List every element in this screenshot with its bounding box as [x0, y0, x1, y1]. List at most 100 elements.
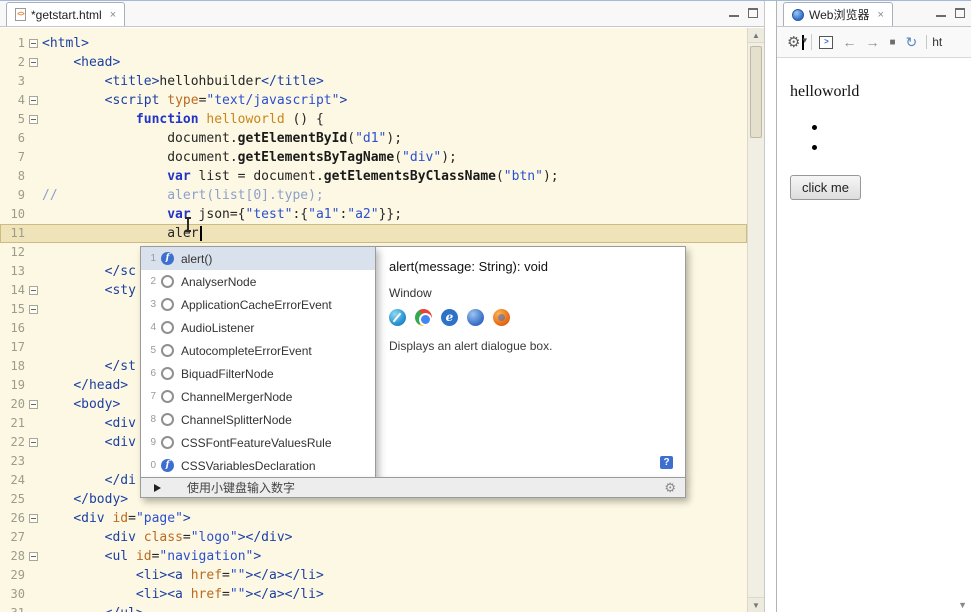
- fold-column[interactable]: [26, 110, 42, 129]
- safari-browser-icon: [389, 309, 406, 326]
- class-icon: [161, 413, 174, 426]
- tab-getstart-html[interactable]: <> *getstart.html ×: [6, 2, 125, 26]
- fold-marker-icon[interactable]: [29, 438, 38, 447]
- dropdown-arrow-icon[interactable]: ▾: [802, 35, 804, 50]
- code-line-5[interactable]: 5 function helloworld () {: [0, 110, 747, 129]
- minimize-button[interactable]: [936, 8, 946, 18]
- fold-column[interactable]: [26, 91, 42, 110]
- autocomplete-item-list: 1alert()2AnalyserNode3ApplicationCacheEr…: [141, 247, 375, 477]
- mouse-ibeam-cursor: [183, 217, 192, 232]
- fold-marker-icon[interactable]: [29, 58, 38, 67]
- fold-marker-icon[interactable]: [29, 305, 38, 314]
- fold-column: [26, 528, 42, 547]
- code-line-10[interactable]: 10 var json={"test":{"a1":"a2"}};: [0, 205, 747, 224]
- autocomplete-item[interactable]: 9CSSFontFeatureValuesRule: [141, 431, 375, 454]
- code-line-4[interactable]: 4 <script type="text/javascript">: [0, 91, 747, 110]
- fold-column[interactable]: [26, 281, 42, 300]
- editor-vertical-scrollbar[interactable]: ▲ ▼: [747, 28, 764, 612]
- autocomplete-item[interactable]: 2AnalyserNode: [141, 270, 375, 293]
- class-icon: [161, 298, 174, 311]
- code-line-30[interactable]: 30 <li><a href=""></a></li>: [0, 585, 747, 604]
- refresh-icon[interactable]: ↻: [906, 34, 918, 51]
- scroll-down-button[interactable]: ▼: [748, 597, 764, 612]
- code-line-6[interactable]: 6 document.getElementById("d1");: [0, 129, 747, 148]
- fold-column[interactable]: [26, 300, 42, 319]
- scroll-up-button[interactable]: ▲: [748, 28, 764, 43]
- line-number: 30: [0, 585, 26, 604]
- fold-column: [26, 167, 42, 186]
- autocomplete-item[interactable]: 7ChannelMergerNode: [141, 385, 375, 408]
- stop-icon[interactable]: ■: [889, 37, 895, 48]
- open-external-browser-icon[interactable]: >: [819, 36, 833, 49]
- click-me-button[interactable]: click me: [790, 175, 861, 200]
- line-number: 3: [0, 72, 26, 91]
- back-icon[interactable]: ←: [842, 34, 856, 50]
- code-line-26[interactable]: 26 <div id="page">: [0, 509, 747, 528]
- code-line-2[interactable]: 2 <head>: [0, 53, 747, 72]
- autocomplete-item[interactable]: 8ChannelSplitterNode: [141, 408, 375, 431]
- close-icon[interactable]: ×: [110, 9, 116, 21]
- line-number: 8: [0, 167, 26, 186]
- code-line-31[interactable]: 31 </ul>: [0, 604, 747, 612]
- code-line-1[interactable]: 1<html>: [0, 34, 747, 53]
- fold-marker-icon[interactable]: [29, 115, 38, 124]
- fold-marker-icon[interactable]: [29, 514, 38, 523]
- fold-marker-icon[interactable]: [29, 552, 38, 561]
- fold-column[interactable]: [26, 34, 42, 53]
- url-field[interactable]: ht: [926, 35, 942, 49]
- code-line-28[interactable]: 28 <ul id="navigation">: [0, 547, 747, 566]
- maximize-button[interactable]: [955, 8, 965, 18]
- fold-marker-icon[interactable]: [29, 400, 38, 409]
- code-text: <li><a href=""></a></li>: [42, 566, 324, 585]
- autocomplete-item[interactable]: 6BiquadFilterNode: [141, 362, 375, 385]
- fold-column[interactable]: [26, 395, 42, 414]
- panel-scroll-down-icon[interactable]: ▼: [958, 600, 967, 610]
- code-text: <title>hellohbuilder</title>: [42, 72, 324, 91]
- code-line-29[interactable]: 29 <li><a href=""></a></li>: [0, 566, 747, 585]
- fold-marker-icon[interactable]: [29, 39, 38, 48]
- autocomplete-item[interactable]: 0 CSSVariablesDeclaration: [141, 454, 375, 477]
- line-number: 20: [0, 395, 26, 414]
- code-text: <div: [42, 414, 136, 433]
- close-icon[interactable]: ×: [877, 9, 883, 21]
- minimize-button[interactable]: [729, 8, 739, 18]
- forward-icon[interactable]: →: [865, 34, 879, 50]
- line-number: 26: [0, 509, 26, 528]
- autocomplete-item[interactable]: 1alert(): [141, 247, 375, 270]
- fold-column[interactable]: [26, 53, 42, 72]
- settings-gear-icon[interactable]: ⚙: [664, 480, 676, 496]
- browser-settings-gear-icon[interactable]: ⚙: [787, 33, 800, 51]
- tab-web-browser[interactable]: Web浏览器 ×: [783, 2, 893, 26]
- item-label: AutocompleteErrorEvent: [181, 344, 312, 358]
- fold-marker-icon[interactable]: [29, 96, 38, 105]
- editor-tab-label: *getstart.html: [31, 8, 102, 22]
- autocomplete-item[interactable]: 3ApplicationCacheErrorEvent: [141, 293, 375, 316]
- line-number: 13: [0, 262, 26, 281]
- function-icon: [161, 252, 174, 265]
- fold-column[interactable]: [26, 547, 42, 566]
- text-caret: [200, 226, 202, 241]
- code-line-8[interactable]: 8 var list = document.getElementsByClass…: [0, 167, 747, 186]
- item-shortcut-number: 0: [144, 460, 156, 471]
- fold-marker-icon[interactable]: [29, 286, 38, 295]
- line-number: 29: [0, 566, 26, 585]
- fold-column[interactable]: [26, 433, 42, 452]
- maximize-button[interactable]: [748, 8, 758, 18]
- code-text: </di: [42, 471, 136, 490]
- code-line-9[interactable]: 9// alert(list[0].type);: [0, 186, 747, 205]
- code-text: </body>: [42, 490, 128, 509]
- autocomplete-item[interactable]: 5AutocompleteErrorEvent: [141, 339, 375, 362]
- code-line-11[interactable]: 11 aler: [0, 224, 747, 243]
- item-label: ApplicationCacheErrorEvent: [181, 298, 332, 312]
- item-label: CSSVariablesDeclaration: [181, 459, 316, 473]
- code-text: <ul id="navigation">: [42, 547, 261, 566]
- fold-column: [26, 471, 42, 490]
- autocomplete-item[interactable]: 4AudioListener: [141, 316, 375, 339]
- fold-column: [26, 205, 42, 224]
- code-line-7[interactable]: 7 document.getElementsByTagName("div");: [0, 148, 747, 167]
- code-line-3[interactable]: 3 <title>hellohbuilder</title>: [0, 72, 747, 91]
- code-line-27[interactable]: 27 <div class="logo"></div>: [0, 528, 747, 547]
- scrollbar-thumb[interactable]: [750, 46, 762, 138]
- fold-column[interactable]: [26, 509, 42, 528]
- help-icon[interactable]: ?: [660, 456, 673, 469]
